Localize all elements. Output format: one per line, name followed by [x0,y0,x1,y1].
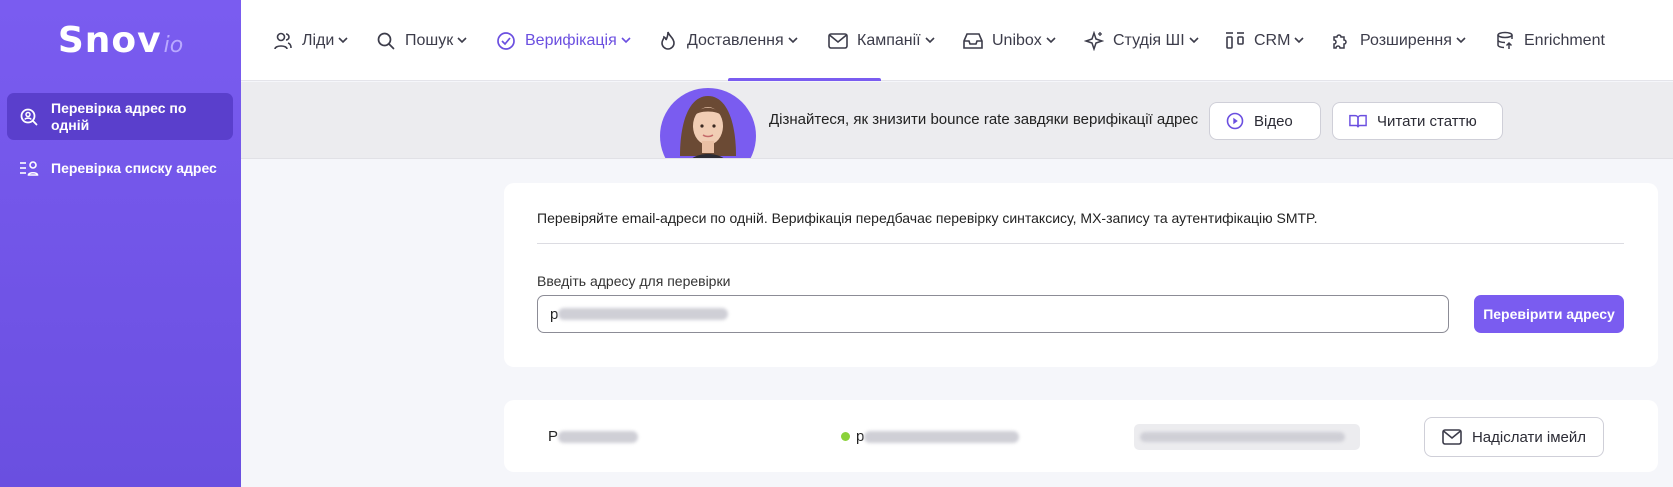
read-article-label: Читати статтю [1377,112,1477,130]
chevron-down-icon [925,36,935,46]
banner-text: Дізнайтеся, як знизити bounce rate завдя… [769,111,1199,128]
search-icon [375,30,397,52]
search-user-icon [19,107,39,127]
book-open-icon [1349,112,1367,130]
nav-label: Доставлення [687,31,784,49]
nav-label: CRM [1254,31,1291,49]
kanban-icon [1224,30,1246,52]
presenter-avatar [660,88,756,158]
chevron-down-icon [788,36,798,46]
video-button-label: Відео [1254,112,1293,130]
sidebar-item-single-verify[interactable]: Перевірка адрес по одній [7,93,233,140]
result-email-value: p [856,428,865,445]
video-button[interactable]: Відео [1209,102,1321,140]
redacted-text [864,430,1020,443]
inbox-icon [962,30,984,52]
send-email-label: Надіслати імейл [1471,428,1587,446]
check-circle-icon [495,30,517,52]
redacted-text [1140,432,1345,442]
nav-label: Ліди [302,31,335,49]
nav-label: Кампанії [857,31,921,49]
redacted-text [558,430,639,443]
result-row: P p Надіслати імейл [504,400,1658,472]
users-icon [272,30,294,52]
chevron-down-icon [1294,36,1305,46]
redacted-text [558,308,729,320]
result-name-value: P [548,428,559,445]
nav-item-ai-studio[interactable]: Студія ШІ [1083,0,1199,81]
send-email-button[interactable]: Надіслати імейл [1424,417,1604,457]
nav-label: Верифікація [525,31,617,49]
result-name: P [548,428,639,445]
email-field-label: Введіть адресу для перевірки [537,273,731,289]
database-icon [1494,30,1516,52]
email-field-value: p [550,305,559,323]
nav-item-search[interactable]: Пошук [375,0,467,81]
nav-item-enrichment[interactable]: Enrichment [1494,0,1605,81]
mail-icon [827,30,849,52]
verify-description: Перевіряйте email-адреси по одній. Вериф… [537,210,1318,226]
nav-item-crm[interactable]: CRM [1224,0,1305,81]
nav-item-extensions[interactable]: Розширення [1330,0,1466,81]
nav-label: Enrichment [1524,31,1605,49]
nav-item-campaigns[interactable]: Кампанії [827,0,935,81]
status-dot [841,432,850,441]
read-article-button[interactable]: Читати статтю [1332,102,1503,140]
result-status-badge [1134,424,1360,450]
nav-label: Unibox [992,31,1042,49]
chevron-down-icon [1456,36,1466,46]
nav-item-unibox[interactable]: Unibox [962,0,1056,81]
email-field[interactable]: p [537,295,1449,333]
chevron-down-icon [1046,36,1056,46]
promo-banner: Дізнайтеся, як знизити bounce rate завдя… [241,82,1673,159]
sidebar-item-list-verify[interactable]: Перевірка списку адрес [7,158,233,178]
flame-icon [657,30,679,52]
mail-icon [1442,429,1462,445]
puzzle-icon [1330,30,1352,52]
active-tab-indicator [728,78,881,81]
sidebar: Snov io Перевірка адрес по одній Перевір… [0,0,241,487]
list-user-icon [19,158,39,178]
logo-sub: io [163,32,184,58]
sparkle-icon [1083,30,1105,52]
chevron-down-icon [1189,36,1199,46]
play-circle-icon [1226,112,1244,130]
logo[interactable]: Snov io [0,0,241,80]
top-nav: Ліди Пошук Верифікація Доставлення Кампа… [241,0,1673,81]
chevron-down-icon [457,36,467,46]
nav-item-verification[interactable]: Верифікація [495,0,631,81]
sidebar-item-label: Перевірка списку адрес [51,159,217,176]
nav-label: Студія ШІ [1113,31,1185,49]
result-email: p [841,428,1020,445]
sidebar-item-label: Перевірка адрес по одній [51,99,187,133]
nav-item-leads[interactable]: Ліди [272,0,348,81]
nav-label: Розширення [1360,31,1452,49]
single-verify-card: Перевіряйте email-адреси по одній. Вериф… [504,183,1658,367]
logo-main: Snov [57,19,162,61]
chevron-down-icon [338,36,348,46]
divider [537,243,1624,244]
nav-item-deliverability[interactable]: Доставлення [657,0,798,81]
chevron-down-icon [621,36,631,46]
nav-label: Пошук [405,31,454,49]
verify-address-button[interactable]: Перевірити адресу [1474,295,1624,333]
